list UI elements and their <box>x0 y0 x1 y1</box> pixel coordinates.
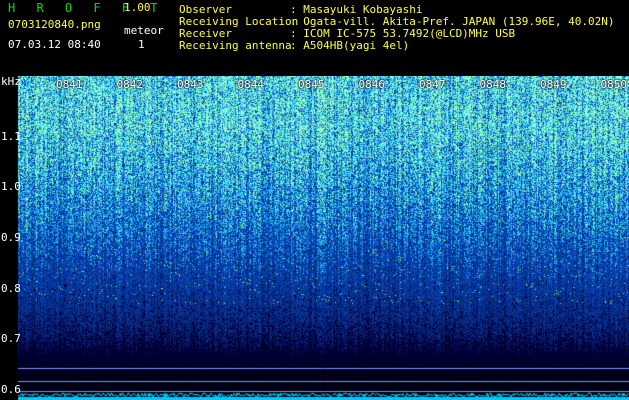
x-tick-label: 0846 <box>358 78 386 91</box>
y-tick-label: 0.7 <box>1 332 21 346</box>
header-panel: H R O F F T 1.00 0703120840.png meteor 0… <box>0 0 629 76</box>
x-tick-label: 0842 <box>116 78 144 91</box>
x-tick-label: 0849 <box>540 78 567 91</box>
y-tick-label: 0.6 <box>1 382 21 396</box>
x-tick-label: 0850 <box>600 78 628 91</box>
y-unit-label: kHz <box>1 75 21 88</box>
y-tick-label: 0.9 <box>1 231 21 244</box>
x-tick-label: 0847 <box>419 78 446 91</box>
x-tick-label: 0843 <box>177 78 204 91</box>
y-tick-label: 0.8 <box>1 281 21 295</box>
file-datetime: 07.03.12 08:40 <box>8 38 101 51</box>
y-tick-label: 1.0 <box>1 180 21 194</box>
x-tick-label: 0848 <box>479 78 507 91</box>
x-tick-label: 0841 <box>56 78 83 91</box>
y-tick-label: 1.1 <box>1 129 21 143</box>
spectrogram <box>0 76 629 400</box>
antenna-key: Receiving antenna <box>179 39 292 52</box>
x-tick-label: 0844 <box>237 78 265 91</box>
meteor-count: 1 <box>138 38 145 51</box>
x-tick-label: 0845 <box>298 78 325 91</box>
meteor-label: meteor <box>124 24 164 37</box>
antenna-value: : A504HB(yagi 4el) <box>290 39 410 52</box>
app-version: 1.00 <box>124 1 151 14</box>
file-name: 0703120840.png <box>8 18 101 31</box>
